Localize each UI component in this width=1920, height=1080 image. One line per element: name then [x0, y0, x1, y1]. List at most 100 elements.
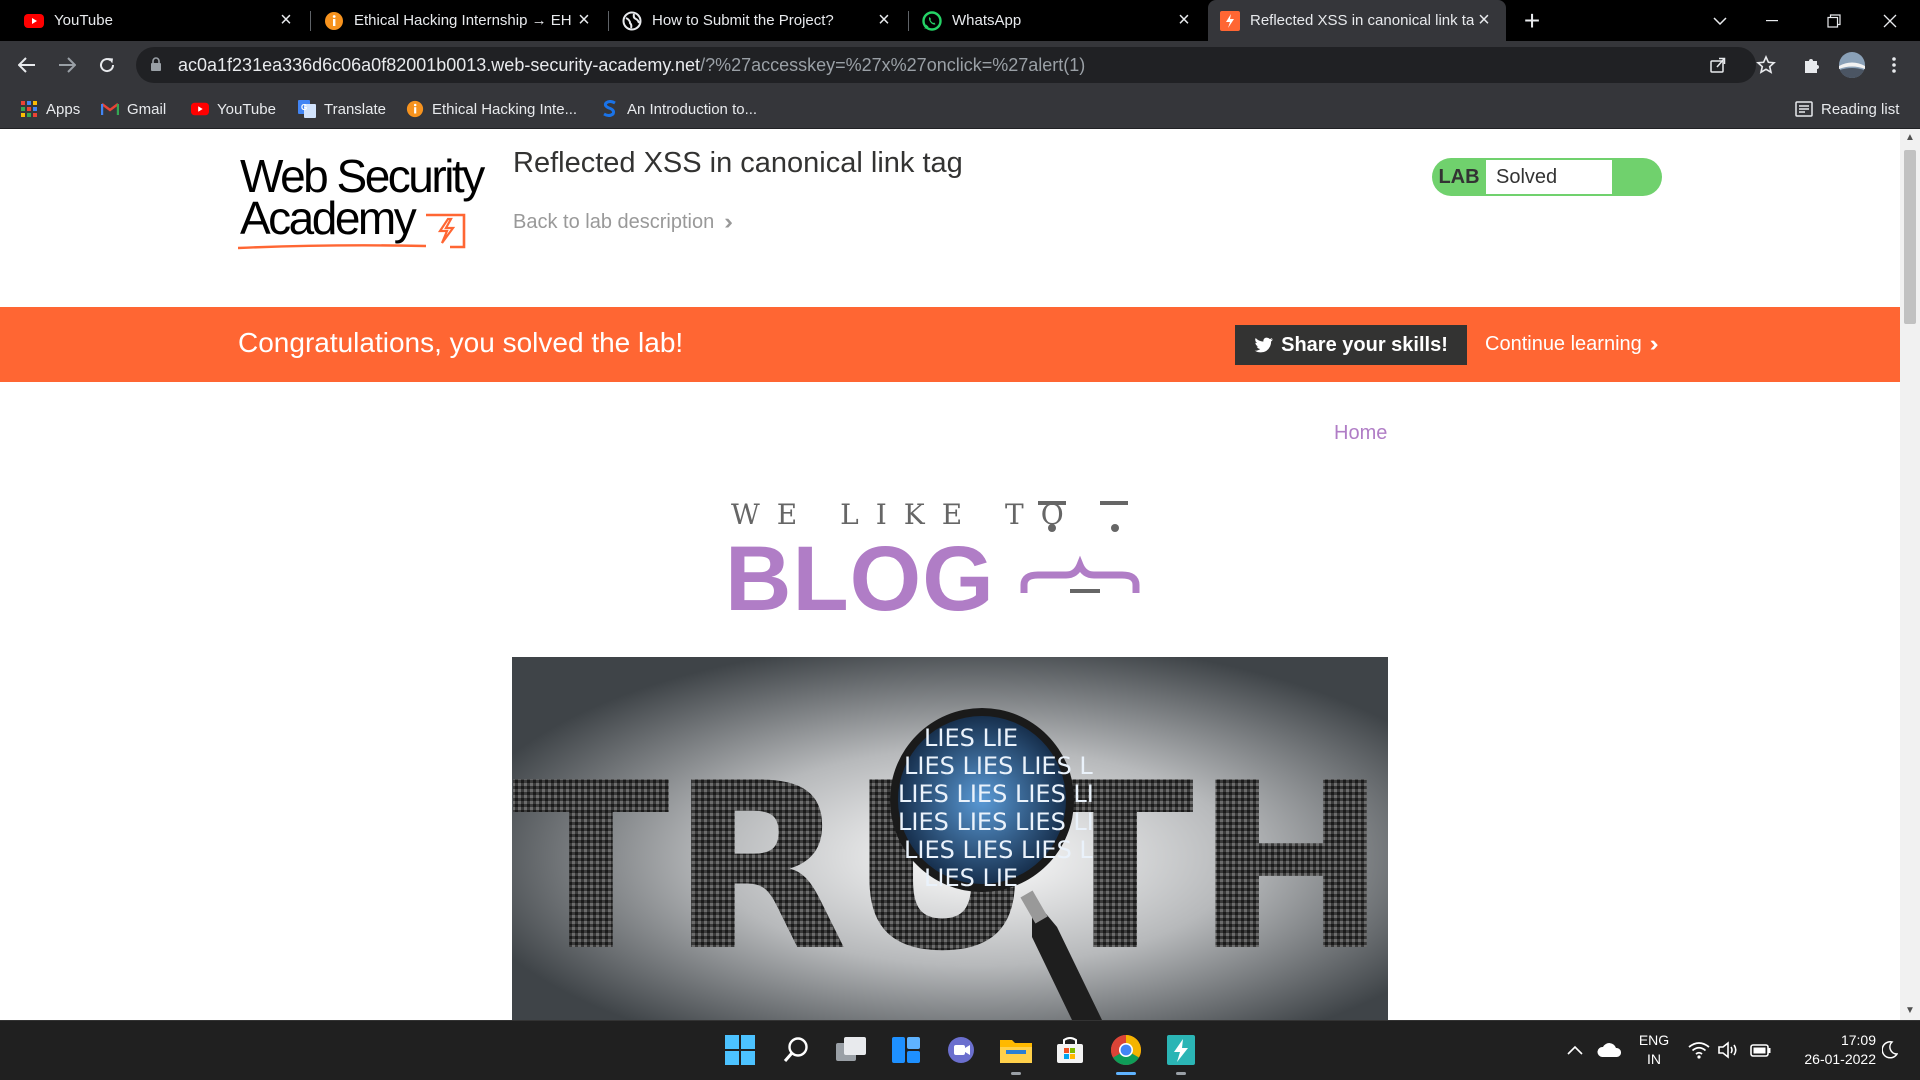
bookmark-label: Gmail: [127, 100, 167, 118]
lens-text-line: LIES LIES LIES L: [904, 836, 1093, 864]
page-viewport: Web Security Academy Reflected XSS in ca…: [0, 129, 1900, 1020]
nav-home-link[interactable]: Home: [1334, 422, 1387, 445]
address-bar[interactable]: ac0a1f231ea336d6c06a0f82001b0013.web-sec…: [136, 47, 1756, 83]
youtube-icon: [24, 11, 44, 31]
new-tab-button[interactable]: +: [1518, 7, 1546, 36]
minimize-button[interactable]: [1742, 0, 1802, 41]
restore-button[interactable]: [1804, 0, 1864, 41]
onedrive-cloud-icon[interactable]: [1594, 1032, 1624, 1068]
portswigger-icon: [1220, 10, 1240, 31]
whatsapp-icon: [922, 10, 942, 31]
youtube-icon: [191, 100, 209, 118]
bookmark-introduction[interactable]: An Introduction to...: [601, 97, 757, 121]
bookmark-label: Apps: [46, 100, 81, 118]
bookmark-label: YouTube: [217, 100, 276, 118]
task-view-icon[interactable]: [833, 1032, 869, 1068]
tab-title: WhatsApp: [952, 12, 1022, 29]
tab-submit-project[interactable]: How to Submit the Project? ×: [610, 0, 906, 41]
tab-whatsapp[interactable]: WhatsApp ×: [910, 0, 1206, 41]
language-indicator[interactable]: ENG IN: [1636, 1032, 1672, 1067]
blog-hero-header: WE LIKE TO BLOG: [725, 493, 1228, 625]
windows-taskbar: ENG IN 17:09 26-01-2022: [0, 1020, 1920, 1080]
share-page-icon[interactable]: [1708, 55, 1728, 75]
chrome-icon[interactable]: [1108, 1032, 1144, 1068]
scroll-down-arrow-icon[interactable]: ▼: [1905, 1006, 1915, 1016]
logo-line-2: Academy: [240, 192, 417, 244]
bookmark-translate[interactable]: G Translate: [298, 97, 386, 121]
reload-button[interactable]: [93, 51, 121, 79]
url-text[interactable]: ac0a1f231ea336d6c06a0f82001b0013.web-sec…: [178, 55, 1085, 76]
browser-toolbar: ac0a1f231ea336d6c06a0f82001b0013.web-sec…: [0, 41, 1920, 89]
notification-moon-icon[interactable]: [1878, 1032, 1902, 1068]
back-button[interactable]: [13, 51, 41, 79]
close-tab-icon[interactable]: ×: [1174, 9, 1194, 31]
bookmark-label: Ethical Hacking Inte...: [432, 100, 578, 118]
bookmark-ethical-hacking[interactable]: Ethical Hacking Inte...: [406, 97, 577, 121]
burp-suite-icon[interactable]: [1163, 1032, 1199, 1068]
close-icon: [1883, 14, 1897, 27]
battery-icon[interactable]: [1748, 1032, 1774, 1068]
congratulations-message: Congratulations, you solved the lab!: [238, 327, 684, 358]
show-hidden-icons-chevron-up-icon[interactable]: [1563, 1032, 1587, 1068]
orange-info-icon: [406, 100, 424, 118]
close-tab-icon[interactable]: ×: [1474, 9, 1494, 31]
share-skills-label: Share your skills!: [1281, 333, 1448, 356]
blog-post-image[interactable]: TRUTH LIES LIE LIES LIES LIES L LIES LIE…: [512, 657, 1388, 1020]
lab-status-tag: LAB: [1438, 166, 1480, 188]
continue-learning-link[interactable]: Continue learning ››: [1485, 331, 1658, 357]
volume-icon[interactable]: [1716, 1032, 1742, 1068]
back-to-lab-description-link[interactable]: Back to lab description ››: [513, 209, 732, 235]
forward-button[interactable]: [53, 51, 81, 79]
web-security-academy-logo[interactable]: Web Security Academy: [238, 153, 488, 253]
tab-reflected-xss[interactable]: Reflected XSS in canonical link ta ×: [1208, 0, 1506, 41]
reading-list-button[interactable]: Reading list: [1795, 97, 1899, 121]
bookmark-gmail[interactable]: Gmail: [101, 97, 166, 121]
bookmark-apps[interactable]: Apps: [20, 97, 80, 121]
solved-banner: Congratulations, you solved the lab! Sha…: [0, 307, 1900, 382]
close-tab-icon[interactable]: ×: [574, 9, 594, 31]
chrome-menu-icon[interactable]: [1880, 51, 1908, 79]
lab-title: Reflected XSS in canonical link tag: [513, 147, 963, 179]
lock-icon[interactable]: [150, 57, 162, 77]
language-line-1: ENG: [1638, 1032, 1670, 1048]
profile-avatar[interactable]: [1838, 51, 1866, 79]
file-explorer-icon[interactable]: [998, 1032, 1034, 1068]
blog-face-icon: [1020, 501, 1140, 593]
scrollbar-thumb[interactable]: [1904, 150, 1916, 324]
search-icon[interactable]: [778, 1032, 814, 1068]
lens-text-line: LIES LIE: [924, 724, 1018, 752]
minimize-icon: [1766, 19, 1778, 21]
teams-chat-icon[interactable]: [943, 1032, 979, 1068]
clock[interactable]: 17:09 26-01-2022: [1780, 1032, 1876, 1067]
windows-start-icon[interactable]: [722, 1032, 758, 1068]
svg-text:G: G: [301, 103, 307, 112]
close-window-button[interactable]: [1860, 0, 1920, 41]
lens-text-line: LIES LIES LIES LI: [898, 808, 1094, 836]
close-tab-icon[interactable]: ×: [874, 9, 894, 31]
bookmark-youtube[interactable]: YouTube: [191, 97, 276, 121]
running-indicator: [1176, 1072, 1186, 1075]
language-line-2: IN: [1647, 1051, 1661, 1067]
tab-youtube[interactable]: YouTube ×: [12, 0, 308, 41]
page-scrollbar[interactable]: ▲ ▼: [1900, 129, 1920, 1020]
bookmark-star-icon[interactable]: [1752, 51, 1780, 79]
lens-text-line: LIES LIES LIES LI: [898, 780, 1094, 808]
chevron-down-icon: [1713, 16, 1727, 25]
back-link-label: Back to lab description: [513, 210, 715, 233]
close-tab-icon[interactable]: ×: [276, 9, 296, 31]
url-host: ac0a1f231ea336d6c06a0f82001b0013.web-sec…: [178, 55, 701, 75]
scroll-up-arrow-icon[interactable]: ▲: [1905, 133, 1915, 143]
reading-list-label: Reading list: [1821, 100, 1900, 118]
url-path: /?%27accesskey=%27x%27onclick=%27alert(1…: [700, 55, 1086, 75]
share-skills-button[interactable]: Share your skills!: [1235, 325, 1467, 365]
widgets-icon[interactable]: [888, 1032, 924, 1068]
lens-text-line: LIES LIE: [924, 864, 1018, 892]
tab-ethical-hacking[interactable]: Ethical Hacking Internship → EH I ×: [312, 0, 606, 41]
microsoft-store-icon[interactable]: [1052, 1032, 1088, 1068]
extensions-puzzle-icon[interactable]: [1798, 51, 1826, 79]
bookmarks-bar: Apps Gmail YouTube G Translate Ethical H…: [0, 89, 1920, 129]
lab-status-value: Solved: [1486, 160, 1612, 194]
tab-search-button[interactable]: [1690, 0, 1750, 41]
wifi-icon[interactable]: [1686, 1032, 1712, 1068]
logo-underline: [238, 244, 427, 250]
